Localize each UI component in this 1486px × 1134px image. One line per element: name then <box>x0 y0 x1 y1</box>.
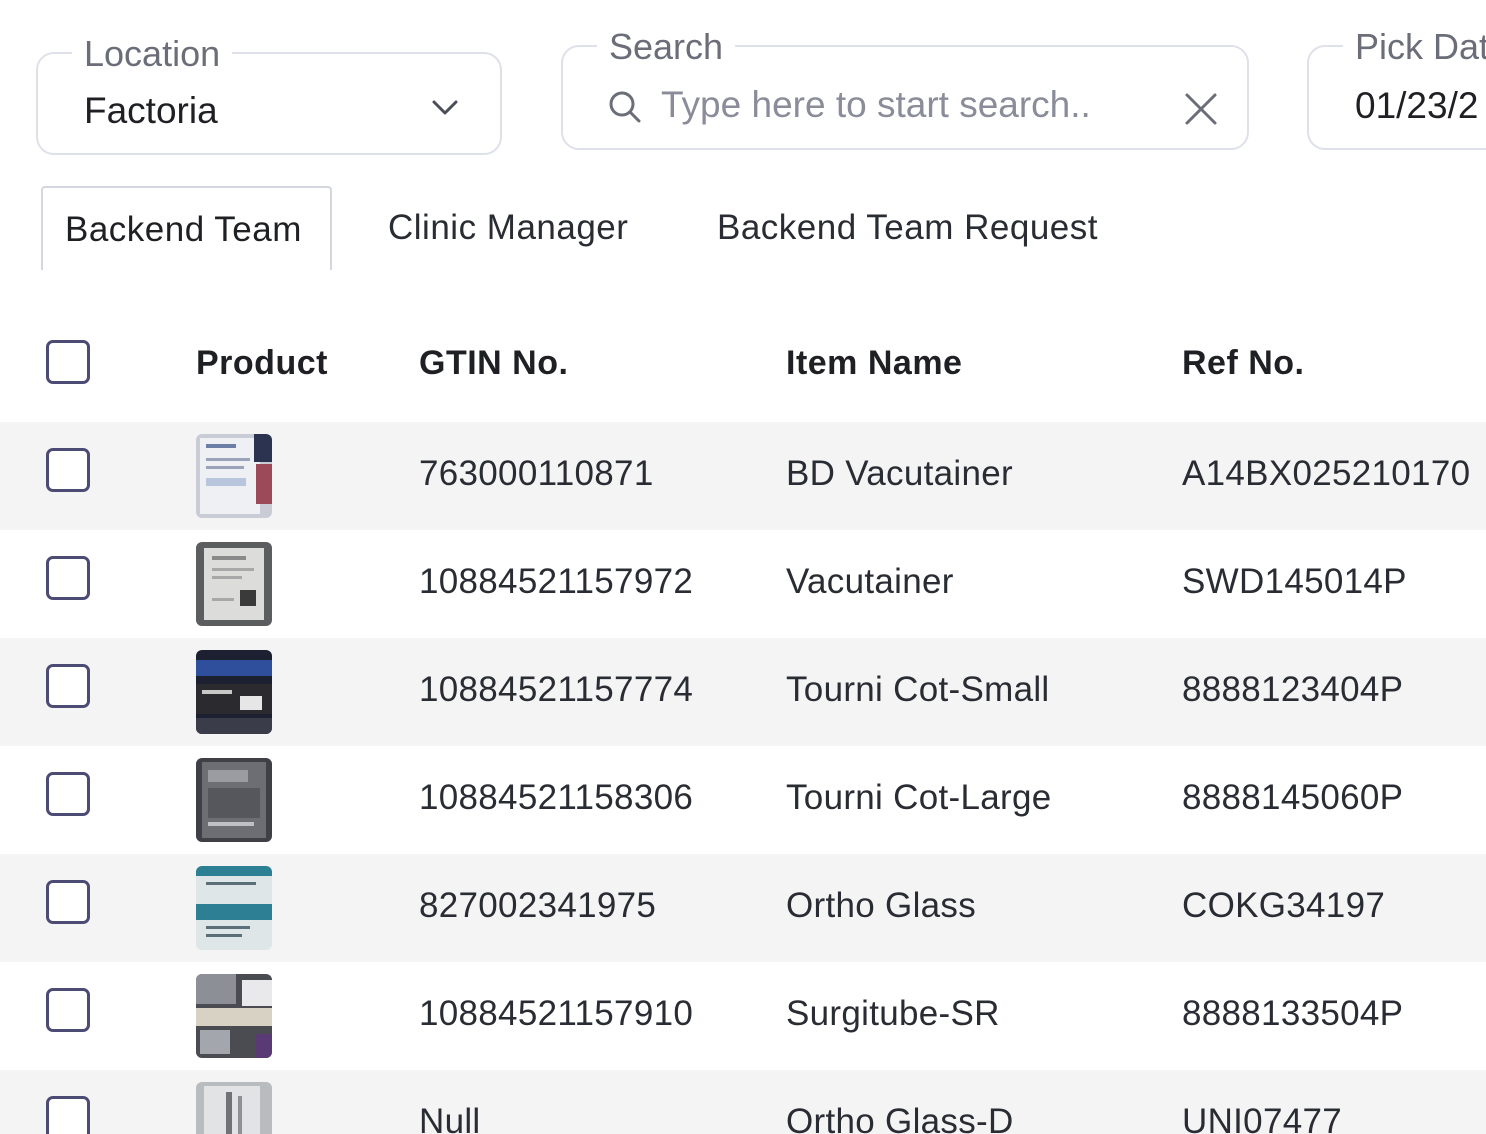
close-icon[interactable] <box>1183 91 1219 127</box>
inventory-page: Location Factoria Search Pick Date 01/23… <box>0 0 1486 1134</box>
cell-ref-no: UNI07477 <box>1182 1102 1343 1134</box>
cell-item-name: Ortho Glass-D <box>786 1102 1014 1134</box>
product-thumbnail <box>196 1082 272 1134</box>
cell-item-name: Tourni Cot-Large <box>786 778 1052 817</box>
tab-bar: Backend Team Clinic Manager Backend Team… <box>0 186 1486 272</box>
cell-item-name: BD Vacutainer <box>786 454 1013 493</box>
row-checkbox[interactable] <box>46 988 90 1032</box>
cell-ref-no: 8888145060P <box>1182 778 1404 817</box>
date-label: Pick Date <box>1343 27 1486 67</box>
date-picker[interactable]: Pick Date 01/23/2 <box>1307 27 1486 150</box>
product-thumbnail <box>196 542 272 626</box>
column-header-ref-no[interactable]: Ref No. <box>1182 344 1305 383</box>
search-field: Search <box>561 27 1249 150</box>
search-label: Search <box>597 27 736 67</box>
table-row[interactable]: Null Ortho Glass-D UNI07477 <box>0 1070 1486 1134</box>
product-thumbnail <box>196 974 272 1058</box>
column-header-gtin[interactable]: GTIN No. <box>419 344 568 383</box>
row-checkbox[interactable] <box>46 448 90 492</box>
table-row[interactable]: 763000110871 BD Vacutainer A14BX02521017… <box>0 422 1486 530</box>
row-checkbox[interactable] <box>46 880 90 924</box>
cell-item-name: Tourni Cot-Small <box>786 670 1050 709</box>
cell-ref-no: 8888123404P <box>1182 670 1404 709</box>
cell-gtin: 10884521157774 <box>419 670 694 709</box>
table-row[interactable]: 10884521157774 Tourni Cot-Small 88881234… <box>0 638 1486 746</box>
cell-ref-no: A14BX025210170 <box>1182 454 1471 493</box>
cell-item-name: Surgitube-SR <box>786 994 1000 1033</box>
cell-item-name: Ortho Glass <box>786 886 977 925</box>
cell-gtin: 10884521158306 <box>419 778 694 817</box>
search-icon <box>609 91 641 123</box>
cell-item-name: Vacutainer <box>786 562 954 601</box>
cell-ref-no: COKG34197 <box>1182 886 1386 925</box>
table-row[interactable]: 827002341975 Ortho Glass COKG34197 <box>0 854 1486 962</box>
cell-ref-no: 8888133504P <box>1182 994 1404 1033</box>
cell-gtin: 10884521157972 <box>419 562 694 601</box>
cell-gtin: 827002341975 <box>419 886 657 925</box>
tab-clinic-manager[interactable]: Clinic Manager <box>388 186 628 270</box>
product-thumbnail <box>196 434 272 518</box>
row-checkbox[interactable] <box>46 1096 90 1134</box>
table-row[interactable]: 10884521158306 Tourni Cot-Large 88881450… <box>0 746 1486 854</box>
cell-gtin: 10884521157910 <box>419 994 694 1033</box>
search-input[interactable] <box>661 81 1111 129</box>
column-header-item-name[interactable]: Item Name <box>786 344 962 383</box>
product-thumbnail <box>196 866 272 950</box>
table-row[interactable]: 10884521157972 Vacutainer SWD145014P <box>0 530 1486 638</box>
row-checkbox[interactable] <box>46 664 90 708</box>
table-row[interactable]: 10884521157910 Surgitube-SR 8888133504P <box>0 962 1486 1070</box>
select-all-checkbox[interactable] <box>46 340 90 384</box>
product-thumbnail <box>196 650 272 734</box>
row-checkbox[interactable] <box>46 556 90 600</box>
cell-gtin: Null <box>419 1102 481 1134</box>
location-label: Location <box>72 34 233 74</box>
location-select[interactable]: Location Factoria <box>36 34 502 155</box>
row-checkbox[interactable] <box>46 772 90 816</box>
chevron-down-icon[interactable] <box>430 98 460 118</box>
cell-gtin: 763000110871 <box>419 454 654 493</box>
cell-ref-no: SWD145014P <box>1182 562 1407 601</box>
date-value: 01/23/2 <box>1355 85 1479 126</box>
tab-backend-team-request[interactable]: Backend Team Request <box>717 186 1098 270</box>
product-table: Product GTIN No. Item Name Ref No. 76300… <box>0 310 1486 1134</box>
product-thumbnail <box>196 758 272 842</box>
column-header-product[interactable]: Product <box>196 344 328 383</box>
location-value: Factoria <box>84 90 218 131</box>
table-header: Product GTIN No. Item Name Ref No. <box>0 310 1486 422</box>
tab-backend-team[interactable]: Backend Team <box>41 186 332 270</box>
